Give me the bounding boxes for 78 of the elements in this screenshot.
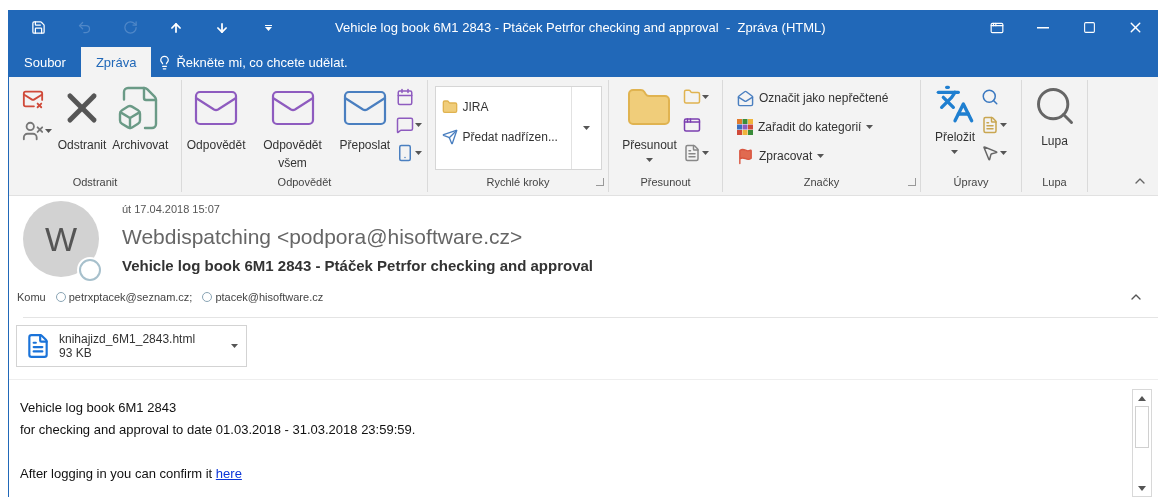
body-text: for checking and approval to date 01.03.2018 - 31.03.2018 23:59:59. <box>20 421 417 439</box>
presence-ring <box>79 259 101 281</box>
chat-icon <box>396 116 415 134</box>
move-button[interactable]: Přesunout <box>620 84 679 162</box>
attachment-size: 93 KB <box>59 346 93 360</box>
folder-icon <box>441 99 458 115</box>
flag-icon <box>737 147 754 165</box>
delete-button[interactable]: Odstranit <box>55 84 109 154</box>
zoom-button[interactable]: Lupa <box>1030 84 1079 150</box>
caret-icon <box>701 95 709 99</box>
envelope-icon <box>737 89 754 107</box>
body-text: Vehicle log book 6M1 2843 <box>20 399 178 417</box>
minimize-icon <box>1037 26 1049 29</box>
folder-icon <box>682 88 701 106</box>
undo-icon <box>76 20 92 35</box>
to-label: Komu <box>17 291 46 303</box>
caret-icon <box>866 125 874 129</box>
quick-step-item[interactable]: JIRA <box>439 93 567 121</box>
reply-button[interactable]: Odpovědět <box>184 84 248 154</box>
tell-me-search[interactable]: Řekněte mi, co chcete udělat. <box>151 47 354 77</box>
group-label: Odstranit <box>72 175 118 190</box>
sent-date: út 17.04.2018 15:07 <box>122 203 221 215</box>
maximize-icon <box>1082 21 1096 34</box>
caret-icon <box>415 123 423 127</box>
sender-name: Webdispatching <podpora@hisoftware.cz> <box>122 225 524 249</box>
caret-icon <box>1000 123 1007 127</box>
dialog-launcher[interactable] <box>908 178 916 186</box>
tag-command[interactable]: Zařadit do kategorií <box>735 113 891 141</box>
category-grid-icon <box>737 119 753 135</box>
mail-x-icon <box>21 88 44 110</box>
translate-icon <box>935 84 975 124</box>
scrollbar[interactable] <box>1132 389 1152 497</box>
tag-command[interactable]: Zpracovat <box>735 142 891 170</box>
caret-icon <box>701 151 709 155</box>
group-label: Značky <box>803 175 840 190</box>
caret-icon <box>231 344 238 348</box>
document-icon <box>682 144 701 162</box>
save-icon <box>30 20 46 35</box>
ribbon-tab[interactable]: Soubor <box>9 47 81 77</box>
caret-icon <box>951 150 959 154</box>
caret-icon <box>817 154 825 158</box>
recipient[interactable]: petrxptacek@seznam.cz; <box>68 291 193 303</box>
user-x-icon <box>21 120 44 142</box>
document-icon <box>25 333 51 359</box>
archive-button[interactable]: Archivovat <box>110 84 171 154</box>
document-icon <box>981 116 999 134</box>
caret-icon <box>582 126 590 130</box>
calendar-icon <box>396 88 415 106</box>
window-title: Vehicle log book 6M1 2843 - Ptáček Petrfor checking and approval - Zpráva (HTML) <box>335 20 827 35</box>
caret-icon <box>415 151 423 155</box>
group-label: Odpovědět <box>277 175 332 190</box>
tag-command[interactable]: Označit jako nepřečtené <box>735 84 891 112</box>
message-subject: Vehicle log book 6M1 2843 - Ptáček Petrfor checking and approval <box>122 257 593 274</box>
recipient[interactable]: ptacek@hisoftware.cz <box>215 291 324 303</box>
attachment-name: knihajizd_6M1_2843.html <box>59 332 197 346</box>
caret-icon <box>646 158 653 162</box>
caret-icon <box>264 24 272 31</box>
body-text: After logging in you can confirm it here <box>20 465 243 483</box>
redo-icon <box>122 20 138 35</box>
ribbon-tab[interactable]: Zpráva <box>80 47 152 77</box>
quick-step-item[interactable]: Předat nadřízen... <box>439 123 567 151</box>
search-icon <box>981 88 999 106</box>
reply-button[interactable]: Odpovědět všem <box>249 84 336 172</box>
triangle-up-icon <box>1138 395 1146 401</box>
triangle-down-icon <box>1138 485 1146 491</box>
attachment[interactable]: knihajizd_6M1_2843.html 93 KB <box>16 325 247 367</box>
window-icon <box>990 20 1004 35</box>
translate-button[interactable]: Přeložit <box>933 84 977 154</box>
group-label: Přesunout <box>640 175 691 190</box>
cursor-icon <box>981 144 999 162</box>
dialog-launcher[interactable] <box>596 178 604 186</box>
caret-icon <box>44 129 52 133</box>
reply-button[interactable]: Přeposlat <box>337 84 393 154</box>
caret-icon <box>1000 151 1007 155</box>
group-label: Lupa <box>1042 175 1067 190</box>
confirm-link[interactable]: here <box>215 466 242 481</box>
group-label: Úpravy <box>953 175 989 190</box>
group-label: Rychlé kroky <box>486 175 550 190</box>
